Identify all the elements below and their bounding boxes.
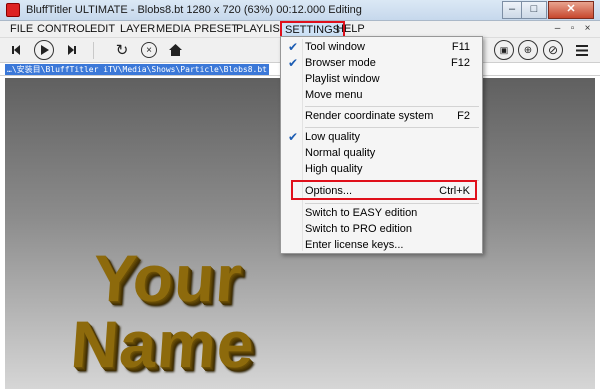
menu-item-shortcut: F2: [457, 110, 470, 122]
camera-icon[interactable]: ▣: [494, 40, 514, 60]
home-icon[interactable]: [167, 42, 183, 58]
menu-item-label: Low quality: [305, 131, 361, 143]
menu-file[interactable]: FILE: [10, 23, 33, 35]
check-icon: ✔: [287, 56, 299, 70]
doc-restore-icon[interactable]: ▫: [566, 23, 579, 36]
menu-preset[interactable]: PRESET: [194, 23, 238, 35]
skip-back-icon[interactable]: [11, 44, 25, 56]
window-title: BluffTitler ULTIMATE - Blobs8.bt 1280 x …: [26, 4, 362, 16]
menu-item-label: Render coordinate system: [305, 110, 434, 122]
menu-layer[interactable]: LAYER: [120, 23, 155, 35]
menu-item-low-quality[interactable]: ✔ Low quality: [283, 129, 480, 145]
skip-forward-icon[interactable]: [63, 44, 77, 56]
menu-item-shortcut: F11: [451, 41, 470, 53]
menu-item-enter-license-keys[interactable]: Enter license keys...: [283, 237, 480, 253]
menu-item-switch-pro[interactable]: Switch to PRO edition: [283, 221, 480, 237]
stop-icon[interactable]: ×: [141, 42, 157, 58]
menu-item-label: Playlist window: [305, 73, 380, 85]
menu-item-label: Browser mode: [305, 57, 376, 69]
menu-item-move-menu[interactable]: Move menu: [283, 87, 480, 103]
toolbar-separator: [93, 42, 94, 59]
menu-item-label: Tool window: [305, 41, 365, 53]
refresh-icon[interactable]: ↻: [114, 42, 130, 59]
close-button[interactable]: ✕: [548, 1, 594, 19]
settings-dropdown: ✔ Tool window F11 ✔ Browser mode F12 Pla…: [280, 36, 483, 254]
menu-item-shortcut: F12: [451, 57, 470, 69]
check-icon: ✔: [287, 130, 299, 144]
options-highlight-box: [291, 180, 477, 200]
menu-control[interactable]: CONTROL: [37, 23, 91, 35]
menu-item-render-coordinate-system[interactable]: Render coordinate system F2: [283, 108, 480, 124]
play-icon[interactable]: [34, 40, 54, 60]
hamburger-menu-icon[interactable]: [575, 43, 589, 57]
restore-button[interactable]: □: [521, 1, 547, 19]
menu-item-label: Switch to EASY edition: [305, 207, 418, 219]
no-symbol-icon[interactable]: ⊘: [543, 40, 563, 60]
menu-help[interactable]: HELP: [336, 23, 365, 35]
menu-playlist[interactable]: PLAYLIST: [236, 23, 287, 35]
menu-item-label: Enter license keys...: [305, 239, 404, 251]
menu-item-high-quality[interactable]: High quality: [283, 161, 480, 177]
menu-item-browser-mode[interactable]: ✔ Browser mode F12: [283, 55, 480, 71]
doc-minimize-icon[interactable]: –: [551, 23, 564, 36]
menu-item-label: Switch to PRO edition: [305, 223, 412, 235]
target-icon[interactable]: ⊕: [518, 40, 538, 60]
title-bar: BluffTitler ULTIMATE - Blobs8.bt 1280 x …: [0, 0, 600, 21]
minimize-button[interactable]: –: [502, 1, 522, 19]
3d-text-line-2: Name: [68, 307, 258, 381]
menu-separator: [305, 127, 479, 128]
menu-edit[interactable]: EDIT: [90, 23, 115, 35]
menu-media[interactable]: MEDIA: [156, 23, 191, 35]
menu-item-label: Move menu: [305, 89, 363, 101]
check-icon: ✔: [287, 40, 299, 54]
menu-separator: [305, 106, 479, 107]
menu-item-label: High quality: [305, 163, 363, 175]
menu-item-switch-easy[interactable]: Switch to EASY edition: [283, 205, 480, 221]
menu-item-tool-window[interactable]: ✔ Tool window F11: [283, 39, 480, 55]
file-path-text[interactable]: …\安装目\BluffTitler iTV\Media\Shows\Partic…: [5, 64, 270, 75]
menu-separator: [305, 203, 479, 204]
menu-item-playlist-window[interactable]: Playlist window: [283, 71, 480, 87]
menu-item-normal-quality[interactable]: Normal quality: [283, 145, 480, 161]
doc-close-icon[interactable]: ×: [581, 23, 594, 36]
3d-text-line-1: Your: [90, 241, 246, 315]
menu-item-label: Normal quality: [305, 147, 376, 159]
app-logo-icon: [6, 3, 20, 17]
